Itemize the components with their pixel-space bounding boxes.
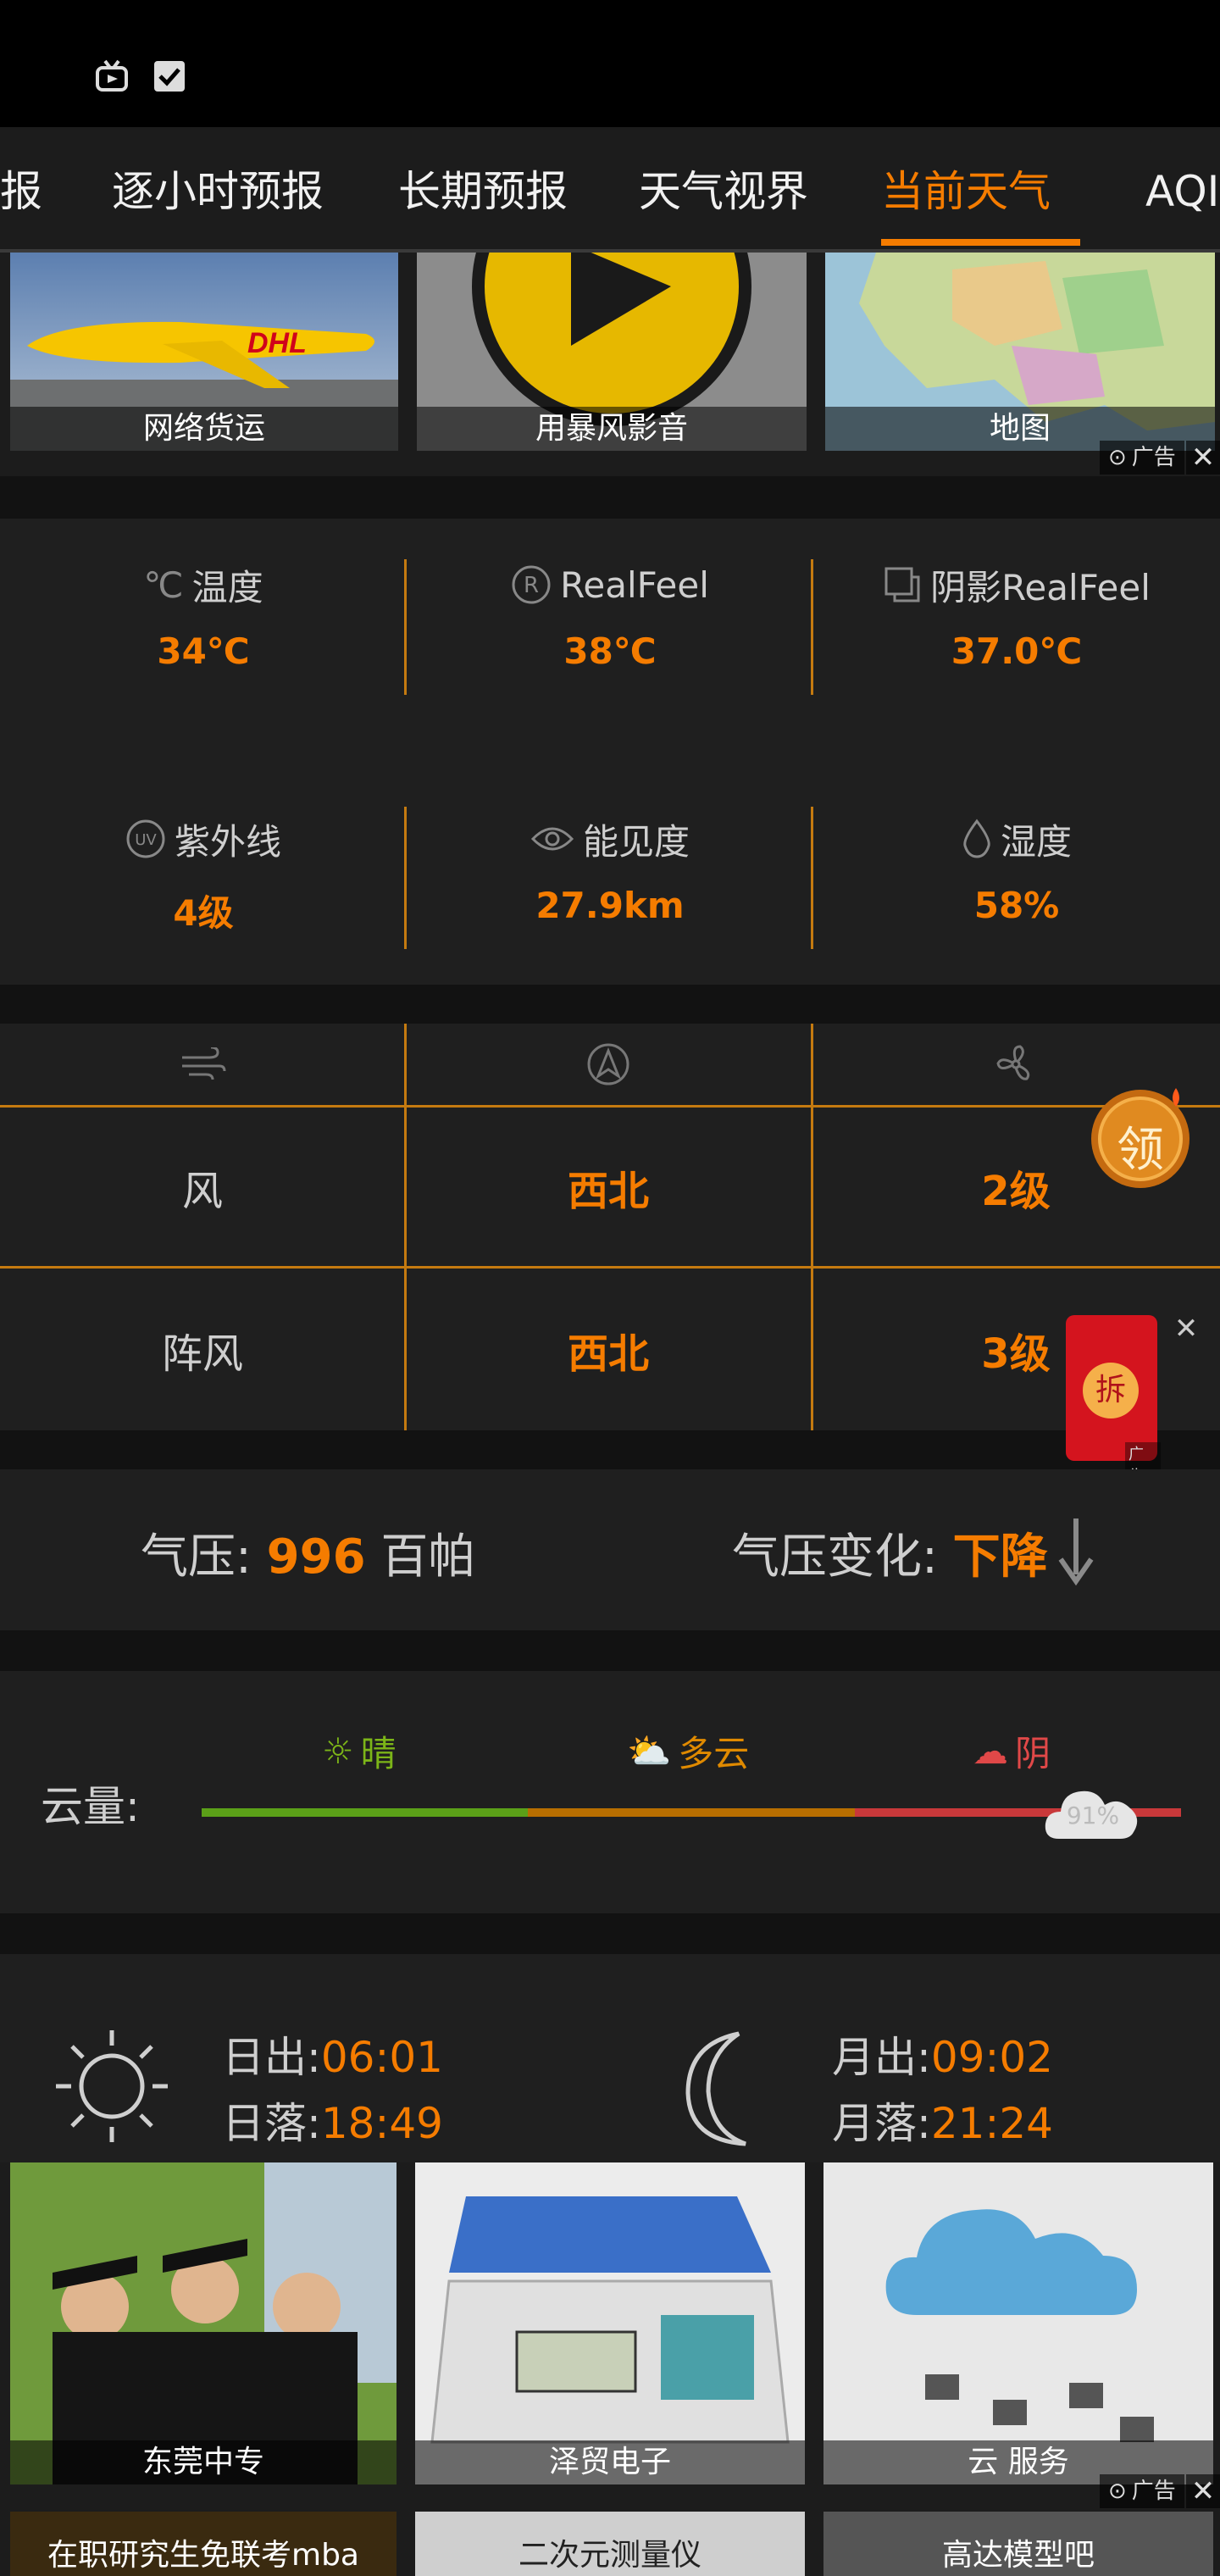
svg-text:R: R [524, 573, 539, 598]
status-bar [0, 0, 1220, 127]
cloud-level-overcast: ☁ 阴 [973, 1730, 1051, 1774]
cloud-level-sunny: ☼ 晴 [322, 1730, 396, 1774]
ad-image-graduates [10, 2162, 396, 2484]
moon-icon [685, 2031, 746, 2146]
ad-tile-map[interactable]: 地图 [825, 253, 1215, 451]
cloud-value-marker: 91% [1042, 1774, 1144, 1851]
metric-value: 4级 [173, 892, 234, 934]
ad-strip-bottom: 东莞中专 泽贸电子 云 服务 ⊙广告 ✕ 在职研究生免联考mba 二次元测量仪 [0, 2162, 1220, 2576]
red-packet-ad[interactable]: 拆 广告 [1062, 1315, 1161, 1486]
realfeel-icon: R [512, 565, 551, 604]
ad-tile-freight[interactable]: DHL 网络货运 [10, 253, 398, 451]
tab-hourly[interactable]: 逐小时预报 [112, 158, 324, 225]
ad-tile-video-player[interactable]: 用暴风影音 [417, 253, 807, 451]
tab-current-weather[interactable]: 当前天气 [881, 158, 1051, 225]
wind-table: 风 西北 2级 阵风 西北 3级 [0, 1024, 1220, 1430]
coin-label: 领 [1117, 1123, 1164, 1178]
cloud-level-cloudy: ⛅ 多云 [627, 1729, 750, 1775]
ad-image-cloud [824, 2162, 1213, 2484]
arrow-down-icon [1058, 1518, 1094, 1586]
red-packet-close-icon[interactable]: ✕ [1169, 1312, 1203, 1346]
active-tab-indicator [881, 239, 1080, 246]
metric-temperature: ℃ 温度 34℃ [0, 559, 407, 673]
gust-row-label: 阵风 [161, 1330, 243, 1378]
ad-caption: 东莞中专 [10, 2440, 396, 2484]
metric-uv: UV 紫外线 4级 [0, 813, 407, 936]
checkbox-icon [154, 61, 185, 92]
metrics-panel-2: UV 紫外线 4级 能见度 27.9km 湿度 58% [0, 736, 1220, 985]
tab-aqi[interactable]: AQI [1145, 158, 1219, 225]
ad-info-icon: ⊙ [1108, 445, 1127, 470]
metric-value: 58% [973, 885, 1060, 926]
ad-caption: 在职研究生免联考mba [47, 2538, 359, 2573]
metrics-panel-1: ℃ 温度 34℃ R RealFeel 38℃ 阴影RealFeel 37.0℃ [0, 519, 1220, 736]
cloud-value: 91% [1066, 1802, 1120, 1829]
metric-realfeel: R RealFeel 38℃ [407, 559, 813, 672]
ad-caption: 网络货运 [10, 407, 398, 451]
gust-direction: 西北 [567, 1330, 649, 1378]
pressure: 气压: 996 百帕 [141, 1530, 476, 1585]
metric-shade-realfeel: 阴影RealFeel 37.0℃ [813, 559, 1220, 672]
sunrise: 日出:06:01 [222, 2033, 443, 2082]
eye-icon [530, 827, 574, 851]
svg-text:UV: UV [135, 831, 157, 849]
pressure-change-value: 下降 [952, 1530, 1048, 1585]
shade-icon [884, 567, 920, 602]
metric-value: 34℃ [157, 630, 250, 672]
wind-row-label: 风 [181, 1167, 223, 1215]
cloud-scale [202, 1808, 1181, 1817]
ad-caption: 泽贸电子 [415, 2440, 805, 2484]
ad-tile-mba[interactable]: 在职研究生免联考mba [10, 2512, 396, 2576]
ad-info-icon: ⊙ [1108, 2479, 1127, 2504]
sun-icon: ☼ [322, 1730, 354, 1772]
ad-tile-measure[interactable]: 二次元测量仪 [415, 2512, 805, 2576]
cloud-panel: 云量: ☼ 晴 ⛅ 多云 ☁ 阴 [0, 1671, 1220, 1913]
cloud-icon: ☁ [973, 1730, 1008, 1772]
metric-value: 37.0℃ [951, 630, 1083, 672]
tab-forecast[interactable]: 报 [0, 158, 42, 225]
droplet-icon [963, 819, 990, 858]
compass-icon [405, 1024, 812, 1105]
floating-coin-button[interactable]: 领 [1088, 1076, 1193, 1212]
red-packet-label: 拆 [1083, 1363, 1139, 1418]
cloud-label: 云量: [41, 1782, 140, 1831]
sun-icon [56, 2030, 168, 2142]
ad-strip-top: DHL 网络货运 用暴风影音 地图 ⊙ 广告 ✕ [0, 253, 1220, 476]
ad-caption: 二次元测量仪 [518, 2538, 702, 2573]
ad-badge: ⊙ 广告 [1100, 2474, 1184, 2508]
metric-value: 27.9km [535, 885, 685, 926]
partly-cloudy-icon: ⛅ [627, 1729, 672, 1772]
ad-close-icon[interactable]: ✕ [1186, 2474, 1220, 2508]
pressure-panel: 气压: 996 百帕 气压变化: 下降 [0, 1469, 1220, 1630]
ad-badge: ⊙ 广告 [1100, 441, 1184, 475]
tv-icon [96, 59, 128, 92]
sunset: 日落:18:49 [222, 2099, 443, 2148]
pressure-change: 气压变化: 下降 [732, 1530, 1048, 1585]
uv-icon: UV [126, 819, 165, 858]
moonrise: 月出:09:02 [832, 2033, 1053, 2082]
scale-cloudy [528, 1808, 855, 1817]
ad-tile-scale[interactable]: 泽贸电子 [415, 2162, 805, 2484]
ad-tile-cloud[interactable]: 云 服务 [824, 2162, 1213, 2484]
metric-humidity: 湿度 58% [813, 813, 1220, 926]
wind-direction: 西北 [567, 1167, 649, 1215]
metric-value: 38℃ [563, 630, 657, 672]
sun-moon-panel: 日出:06:01 日落:18:49 月出:09:02 月落:21:24 [0, 1954, 1220, 2164]
ad-image-scale [415, 2162, 805, 2484]
moonset: 月落:21:24 [832, 2099, 1053, 2148]
ad-tile-gundam[interactable]: 高达模型吧 [824, 2512, 1213, 2576]
svg-text:DHL: DHL [247, 327, 307, 359]
ad-tile-school[interactable]: 东莞中专 [10, 2162, 396, 2484]
wind-icon [0, 1024, 405, 1105]
ad-caption: 高达模型吧 [941, 2538, 1095, 2573]
pressure-value: 996 [266, 1530, 366, 1585]
scale-sunny [202, 1808, 529, 1817]
tab-bar: 报 逐小时预报 长期预报 天气视界 当前天气 AQI [0, 127, 1220, 253]
metric-visibility: 能见度 27.9km [407, 813, 813, 926]
celsius-icon: ℃ [143, 564, 184, 606]
ad-caption: 用暴风影音 [417, 407, 807, 451]
tab-long-term[interactable]: 长期预报 [398, 158, 568, 225]
ad-close-icon[interactable]: ✕ [1186, 441, 1220, 475]
tab-weather-vision[interactable]: 天气视界 [639, 158, 808, 225]
